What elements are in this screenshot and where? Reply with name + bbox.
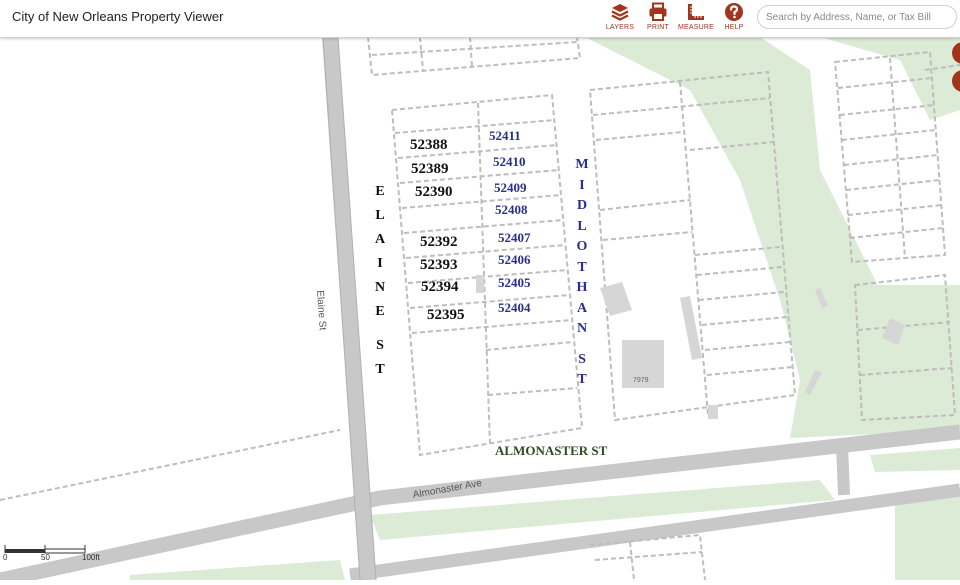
scale-label: 50 (41, 553, 50, 562)
lot-number[interactable]: 52394 (421, 279, 459, 296)
scale-label: 100ft (82, 553, 100, 562)
lot-number[interactable]: 52405 (498, 275, 531, 291)
street-letter: T (577, 372, 587, 387)
street-letter: D (576, 198, 588, 213)
street-letter: T (375, 362, 385, 377)
street-letter: I (579, 177, 585, 193)
street-label-almonaster-st: ALMONASTER ST (495, 443, 608, 458)
street-label-elaine: ELAINEST (370, 180, 390, 382)
street-letter: E (375, 304, 385, 319)
lot-number[interactable]: 52406 (498, 252, 531, 268)
map-canvas[interactable]: ELAINEST MIDLOTHANST Elaine St ALMONASTE… (0, 0, 960, 585)
search-input[interactable] (757, 5, 957, 29)
street-letter: L (577, 218, 587, 234)
lot-number[interactable]: 52390 (415, 184, 453, 201)
lot-number[interactable]: 52392 (420, 234, 458, 251)
measure-button[interactable]: MEASURE (676, 0, 716, 37)
lot-number[interactable]: 52411 (489, 128, 521, 144)
print-button[interactable]: PRINT (638, 0, 678, 37)
printer-icon (649, 2, 667, 21)
street-label-midlothan: MIDLOTHANST (572, 155, 592, 391)
lot-number[interactable]: 52407 (498, 230, 531, 246)
help-button[interactable]: HELP (714, 0, 754, 37)
lot-number[interactable]: 52409 (494, 180, 527, 196)
lot-number[interactable]: 52408 (495, 202, 528, 218)
street-letter: T (577, 259, 587, 275)
lot-number[interactable]: 52389 (411, 161, 449, 178)
street-letter: N (374, 280, 386, 295)
street-letter: O (576, 239, 588, 254)
street-letter: E (375, 184, 385, 199)
lot-number[interactable]: 52388 (410, 137, 448, 154)
street-letter: A (576, 300, 588, 316)
building-address: 7979 (633, 377, 649, 384)
lot-number[interactable]: 52395 (427, 307, 465, 324)
lot-number[interactable]: 52404 (498, 300, 531, 316)
layers-button[interactable]: LAYERS (600, 0, 640, 37)
map-base-layer (0, 36, 960, 585)
street-letter: M (575, 157, 589, 172)
scale-bar (4, 545, 86, 554)
app-title: City of New Orleans Property Viewer (12, 9, 224, 24)
street-letter: L (375, 208, 385, 223)
street-letter: N (576, 321, 588, 336)
street-letter: I (377, 256, 383, 271)
lot-number[interactable]: 52410 (493, 154, 526, 170)
street-letter: S (376, 338, 384, 353)
ruler-icon (688, 4, 704, 20)
scale-label: 0 (3, 553, 8, 562)
help-label: HELP (724, 24, 744, 31)
lot-number[interactable]: 52393 (420, 257, 458, 274)
street-letter: A (374, 232, 386, 247)
help-icon (725, 3, 743, 21)
street-letter: S (578, 351, 586, 367)
street-letter: H (576, 280, 588, 295)
app-header: City of New Orleans Property Viewer LAYE… (0, 0, 960, 38)
layers-icon (611, 4, 629, 21)
